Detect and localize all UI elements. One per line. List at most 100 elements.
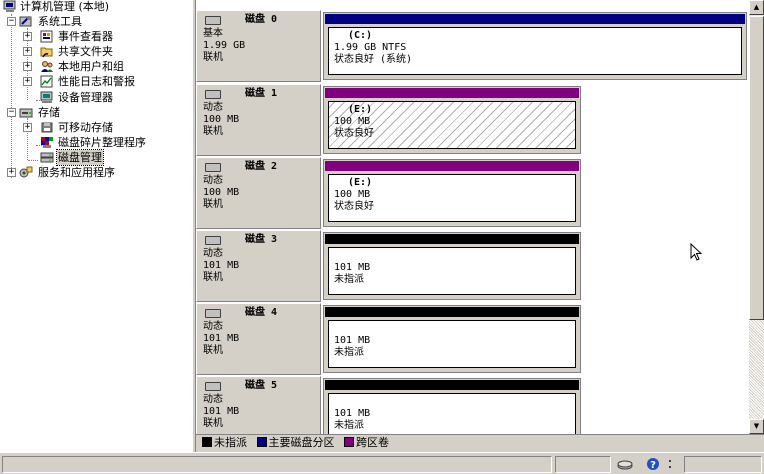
users-icon	[41, 61, 53, 72]
volume-type-bar	[325, 380, 579, 390]
collapse-toggle[interactable]: −	[7, 17, 16, 26]
volume-partition[interactable]: (C:) 1.99 GB NTFS 状态良好 (系统)	[323, 12, 747, 80]
disk-info-panel[interactable]: 磁盘 3 动态 101 MB 联机	[196, 230, 321, 302]
tree-label-services-apps: 服务和应用程序	[38, 166, 115, 179]
status-panel	[555, 456, 611, 473]
disk-management-icon	[40, 152, 54, 163]
unallocated-space[interactable]: 101 MB 未指派	[323, 305, 581, 373]
disk-status: 联机	[203, 199, 223, 210]
resize-grip-icon[interactable]	[666, 457, 676, 471]
disk-icon	[205, 163, 221, 172]
disk-status-icon[interactable]	[617, 457, 633, 471]
disk-status: 联机	[203, 418, 223, 429]
tree-item-disk-management[interactable]: 磁盘管理	[0, 149, 192, 166]
collapse-toggle[interactable]: −	[7, 108, 16, 117]
disk-info-panel[interactable]: 磁盘 1 动态 100 MB 联机	[196, 84, 321, 156]
disk-name: 磁盘 2	[245, 161, 278, 172]
volume-name: (E:)	[348, 177, 373, 188]
vertical-scrollbar[interactable]: ▲ ▼	[749, 0, 764, 434]
volume-name	[334, 396, 348, 407]
tree-label-perf-logs: 性能日志和警报	[58, 75, 135, 88]
tree-item-local-users[interactable]: + 本地用户和组	[0, 59, 192, 74]
disk-type: 动态	[203, 321, 223, 332]
tree-item-system-tools[interactable]: − 系统工具	[0, 14, 192, 29]
disk-icon	[205, 236, 221, 245]
tree-label-shared-folders: 共享文件夹	[58, 45, 113, 58]
disk-header: 磁盘 0	[203, 14, 314, 28]
disk-size: 100 MB	[203, 187, 240, 198]
tree-label-system-tools: 系统工具	[38, 15, 82, 28]
scroll-down-button[interactable]: ▼	[749, 419, 764, 434]
performance-icon	[40, 75, 53, 88]
disk-header: 磁盘 1	[203, 88, 314, 102]
disk-name: 磁盘 0	[245, 14, 278, 25]
tree-item-event-viewer[interactable]: + 事件查看器	[0, 29, 192, 44]
disk-info-panel[interactable]: 磁盘 0 基本 1.99 GB 联机	[196, 10, 321, 82]
expand-toggle[interactable]: +	[23, 77, 32, 86]
tree-item-removable-storage[interactable]: + 可移动存储	[0, 120, 192, 135]
unallocated-space[interactable]: 101 MB 未指派	[323, 232, 581, 300]
volume-body[interactable]: (C:) 1.99 GB NTFS 状态良好 (系统)	[328, 27, 742, 75]
tree-label-disk-management: 磁盘管理	[56, 149, 104, 166]
expand-toggle[interactable]: +	[23, 62, 32, 71]
volume-body[interactable]: 101 MB 未指派	[328, 393, 576, 434]
disk-graphical-view: 磁盘 0 基本 1.99 GB 联机 (C:) 1.99 GB NTFS 状态良好 (系统)…	[196, 0, 749, 434]
tools-icon	[19, 16, 32, 27]
tree-item-root[interactable]: 计算机管理 (本地)	[2, 0, 192, 14]
tree-label-root: 计算机管理 (本地)	[20, 0, 110, 13]
volume-body[interactable]: (E:) 100 MB 状态良好	[328, 174, 576, 222]
disk-info-panel[interactable]: 磁盘 2 动态 100 MB 联机	[196, 157, 321, 229]
volume-body[interactable]: 101 MB 未指派	[328, 320, 576, 368]
mouse-cursor-icon	[690, 243, 703, 261]
volume-size-line: 101 MB	[334, 262, 371, 273]
tree-label-defrag: 磁盘碎片整理程序	[58, 136, 146, 149]
volume-name: (E:)	[348, 104, 373, 115]
disk-name: 磁盘 4	[245, 307, 278, 318]
status-bar: ?	[0, 452, 764, 474]
tree-item-storage[interactable]: − 存储	[0, 105, 192, 120]
disk-type: 基本	[203, 28, 223, 39]
disk-size: 101 MB	[203, 406, 240, 417]
volume-status-line: 未指派	[334, 420, 364, 431]
disk-name: 磁盘 5	[245, 380, 278, 391]
disk-info-panel[interactable]: 磁盘 4 动态 101 MB 联机	[196, 303, 321, 375]
disk-status: 联机	[203, 52, 223, 63]
disk-header: 磁盘 3	[203, 234, 314, 248]
expand-toggle[interactable]: +	[23, 123, 32, 132]
tree-item-shared-folders[interactable]: + 共享文件夹	[0, 44, 192, 59]
volume-partition[interactable]: (E:) 100 MB 状态良好	[323, 86, 581, 154]
expand-toggle[interactable]: +	[23, 32, 32, 41]
scroll-up-button[interactable]: ▲	[749, 0, 764, 15]
disk-info-panel[interactable]: 磁盘 5 动态 101 MB 联机	[196, 376, 321, 434]
expand-toggle[interactable]: +	[23, 47, 32, 56]
expand-toggle[interactable]: +	[7, 168, 16, 177]
volume-size-line: 100 MB	[334, 116, 371, 127]
disk-row: 磁盘 4 动态 101 MB 联机 101 MB 未指派	[196, 303, 749, 375]
unallocated-space[interactable]: 101 MB 未指派	[323, 378, 581, 434]
scroll-track[interactable]	[749, 320, 764, 419]
volume-type-bar	[325, 161, 579, 171]
scroll-thumb[interactable]	[749, 16, 764, 320]
tree-item-services-apps[interactable]: + 服务和应用程序	[0, 165, 192, 180]
volume-body[interactable]: 101 MB 未指派	[328, 247, 576, 295]
tree-item-device-manager[interactable]: 设备管理器	[0, 90, 192, 105]
disk-icon	[205, 16, 221, 25]
volume-size-line: 101 MB	[334, 408, 371, 419]
volume-status-line: 状态良好 (系统)	[334, 54, 413, 65]
tree-label-storage: 存储	[38, 106, 60, 119]
device-manager-icon	[40, 91, 53, 103]
volume-partition[interactable]: (E:) 100 MB 状态良好	[323, 159, 581, 227]
volume-size-line: 100 MB	[334, 189, 371, 200]
help-icon[interactable]: ?	[645, 457, 661, 471]
disk-row: 磁盘 3 动态 101 MB 联机 101 MB 未指派	[196, 230, 749, 302]
volume-status-line: 状态良好	[334, 201, 374, 212]
legend-label-unallocated: 未指派	[214, 436, 247, 449]
tree-item-perf-logs[interactable]: + 性能日志和警报	[0, 74, 192, 89]
volume-type-bar	[325, 88, 579, 98]
tree-item-defrag[interactable]: 磁盘碎片整理程序	[0, 135, 192, 150]
disk-icon	[205, 382, 221, 391]
disk-name: 磁盘 1	[245, 88, 278, 99]
volume-body[interactable]: (E:) 100 MB 状态良好	[328, 101, 576, 149]
tree-label-removable-storage: 可移动存储	[58, 121, 113, 134]
disk-status: 联机	[203, 345, 223, 356]
